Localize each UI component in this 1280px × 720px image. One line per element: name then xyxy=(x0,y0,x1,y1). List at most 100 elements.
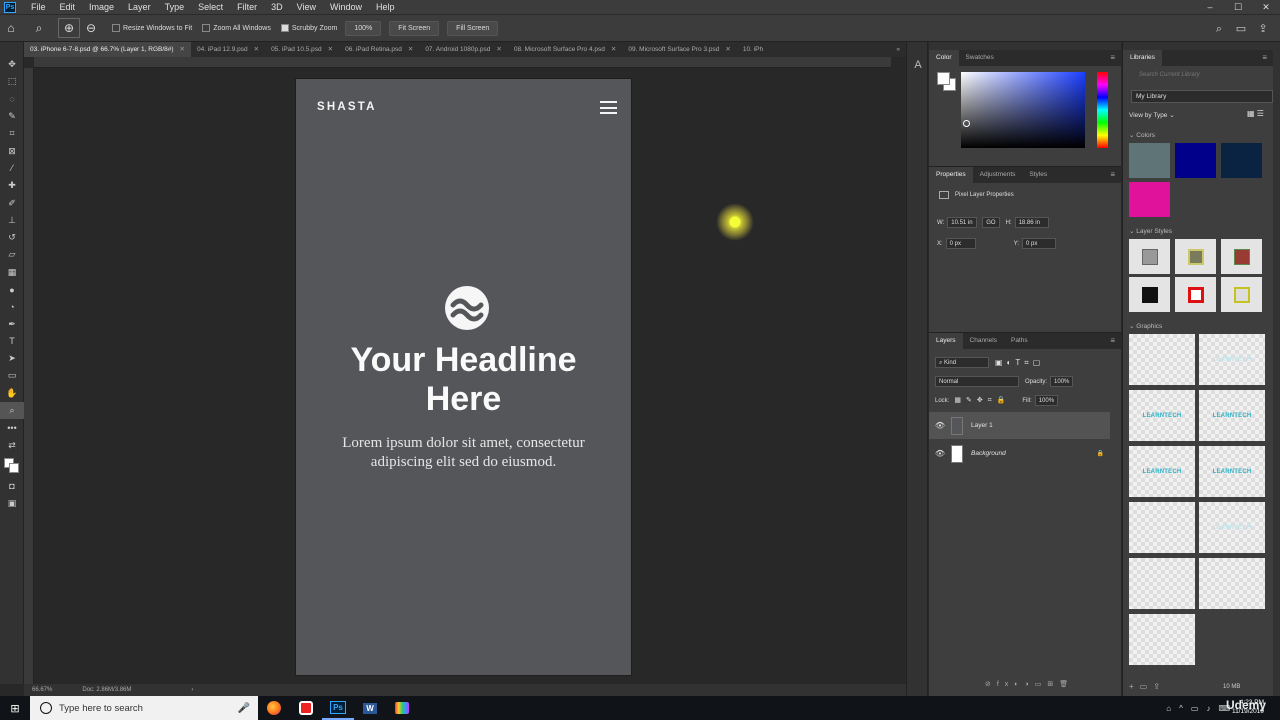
network-icon[interactable]: ▭ xyxy=(1191,704,1199,713)
photoshop-taskbar-icon[interactable]: Ps xyxy=(322,696,354,720)
library-search-input[interactable]: Search Current Library xyxy=(1131,72,1273,84)
menu-type[interactable]: Type xyxy=(158,2,192,12)
library-color-swatch[interactable] xyxy=(1129,143,1170,178)
y-field[interactable]: 0 px xyxy=(1022,238,1057,249)
screen-mode-icon[interactable]: ▣ xyxy=(0,495,24,512)
tab-styles[interactable]: Styles xyxy=(1022,167,1054,183)
rectangle-tool-icon[interactable]: ▭ xyxy=(0,367,24,384)
microphone-icon[interactable]: 🎤 xyxy=(238,703,250,714)
firefox-icon[interactable] xyxy=(258,696,290,720)
tab-color[interactable]: Color xyxy=(929,50,959,66)
link-dimensions-button[interactable]: GO xyxy=(982,217,1000,228)
zoom-level[interactable]: 66.67% xyxy=(32,687,52,693)
tab-document-09[interactable]: 09. Microsoft Surface Pro 3.psd ✕ xyxy=(622,42,737,57)
layer-style-item[interactable] xyxy=(1221,277,1262,312)
close-tab-icon[interactable]: ✕ xyxy=(408,46,413,53)
close-tab-icon[interactable]: ✕ xyxy=(611,46,616,53)
pen-tool-icon[interactable]: ✒ xyxy=(0,315,24,332)
zoom-out-icon[interactable]: ⊖ xyxy=(80,18,102,38)
close-tab-icon[interactable]: ✕ xyxy=(496,46,501,53)
share-icon[interactable]: ⇪ xyxy=(1252,19,1274,39)
frame-tool-icon[interactable]: ⊠ xyxy=(0,142,24,159)
color-picker-field[interactable] xyxy=(961,72,1085,148)
marquee-tool-icon[interactable]: ⬚ xyxy=(0,73,24,90)
layer-style-item[interactable] xyxy=(1129,239,1170,274)
crop-tool-icon[interactable]: ⌗ xyxy=(0,125,24,142)
colors-section-header[interactable]: ⌄ Colors xyxy=(1129,131,1155,139)
search-icon[interactable]: ⌕ xyxy=(1208,19,1230,39)
library-graphic-item[interactable]: LEARNTECH xyxy=(1199,446,1265,497)
library-graphic-item[interactable]: LEARNTECH xyxy=(1199,334,1265,385)
filter-icons[interactable]: ▣◐T⌗▢ xyxy=(995,358,1044,368)
maximize-button[interactable]: ☐ xyxy=(1224,0,1252,14)
quick-mask-icon[interactable]: ◘ xyxy=(0,478,24,495)
tab-document-06[interactable]: 06. iPad Retina.psd ✕ xyxy=(339,42,419,57)
zoom-in-icon[interactable]: ⊕ xyxy=(58,18,80,38)
library-footer-icons[interactable]: +▭⇪ xyxy=(1129,682,1166,691)
library-graphic-item[interactable] xyxy=(1129,558,1195,609)
fill-screen-button[interactable]: Fill Screen xyxy=(447,20,499,36)
menu-layer[interactable]: Layer xyxy=(121,2,158,12)
tab-document-07[interactable]: 07. Android 1080p.psd ✕ xyxy=(419,42,508,57)
library-graphic-item[interactable]: LEARNTECH xyxy=(1199,390,1265,441)
panel-menu-icon[interactable]: ≡ xyxy=(1110,333,1115,349)
minimize-button[interactable]: – xyxy=(1196,0,1224,14)
more-tools-icon[interactable]: ••• xyxy=(0,419,24,436)
layer-styles-section-header[interactable]: ⌄ Layer Styles xyxy=(1129,227,1172,235)
tab-document-04[interactable]: 04. iPad 12.9.psd ✕ xyxy=(191,42,265,57)
menu-edit[interactable]: Edit xyxy=(53,2,83,12)
tab-paths[interactable]: Paths xyxy=(1004,333,1035,349)
menu-help[interactable]: Help xyxy=(369,2,402,12)
screen-recorder-icon[interactable] xyxy=(290,696,322,720)
layer-style-item[interactable] xyxy=(1221,239,1262,274)
document-artboard[interactable]: SHASTA Your Headline Here Lorem ipsum do… xyxy=(296,79,631,675)
foreground-background-swatch[interactable] xyxy=(0,454,24,478)
opacity-field[interactable]: 100% xyxy=(1050,376,1074,387)
tab-channels[interactable]: Channels xyxy=(963,333,1004,349)
menu-filter[interactable]: Filter xyxy=(230,2,264,12)
close-tab-icon[interactable]: ✕ xyxy=(725,46,730,53)
character-panel-icon[interactable]: A xyxy=(907,54,929,76)
color-swatches[interactable] xyxy=(937,72,957,92)
fit-screen-button[interactable]: Fit Screen xyxy=(389,20,440,36)
blend-mode-select[interactable]: Normal xyxy=(935,376,1019,387)
gradient-tool-icon[interactable]: ▦ xyxy=(0,264,24,281)
taskbar-search-box[interactable]: Type here to search 🎤 xyxy=(30,696,258,720)
more-tabs-icon[interactable]: » xyxy=(896,42,906,57)
visibility-eye-icon[interactable]: 👁 xyxy=(929,421,951,430)
lasso-tool-icon[interactable]: ◌ xyxy=(0,91,24,108)
zoom-tool-active-icon[interactable]: ⌕ xyxy=(0,401,24,420)
library-graphic-item[interactable] xyxy=(1129,334,1195,385)
menu-view[interactable]: View xyxy=(290,2,323,12)
library-color-swatch[interactable] xyxy=(1175,143,1216,178)
tab-document-10[interactable]: 10. iPh xyxy=(737,42,769,57)
tab-document-05[interactable]: 05. iPad 10.5.psd ✕ xyxy=(265,42,339,57)
eraser-tool-icon[interactable]: ▱ xyxy=(0,246,24,263)
view-by-type-select[interactable]: View by Type ⌄ xyxy=(1129,111,1175,119)
menu-file[interactable]: File xyxy=(24,2,53,12)
zoom-tool-icon[interactable]: ⌕ xyxy=(28,18,50,38)
grid-view-icon[interactable]: ▦ ☰ xyxy=(1247,109,1264,118)
swap-colors-icon[interactable]: ⇄ xyxy=(0,437,24,454)
library-graphic-item[interactable]: LEARNTECH xyxy=(1129,390,1195,441)
zoom-all-windows-checkbox[interactable]: Zoom All Windows xyxy=(202,24,271,32)
layer-filter-select[interactable]: ⌕ Kind xyxy=(935,357,989,368)
lock-icons[interactable]: ▦✎✥⌗🔒 xyxy=(954,396,1010,405)
panel-menu-icon[interactable]: ≡ xyxy=(1110,50,1115,66)
library-graphic-item[interactable] xyxy=(1129,614,1195,665)
zoom-100-button[interactable]: 100% xyxy=(345,20,382,36)
dodge-tool-icon[interactable]: ◔ xyxy=(0,298,24,315)
blur-tool-icon[interactable]: ● xyxy=(0,281,24,298)
menu-image[interactable]: Image xyxy=(82,2,121,12)
layer-row-background[interactable]: 👁 Background 🔒 xyxy=(929,440,1110,467)
scrubby-zoom-checkbox[interactable]: Scrubby Zoom xyxy=(280,24,337,32)
hand-tool-icon[interactable]: ✋ xyxy=(0,385,24,402)
menu-window[interactable]: Window xyxy=(323,2,369,12)
panel-menu-icon[interactable]: ≡ xyxy=(1110,167,1115,183)
brush-tool-icon[interactable]: ✐ xyxy=(0,194,24,211)
tab-layers[interactable]: Layers xyxy=(929,333,963,349)
home-icon[interactable]: ⌂ xyxy=(0,18,22,38)
layer-style-item[interactable] xyxy=(1175,239,1216,274)
menu-3d[interactable]: 3D xyxy=(264,2,290,12)
library-select[interactable]: My Library xyxy=(1131,90,1273,103)
